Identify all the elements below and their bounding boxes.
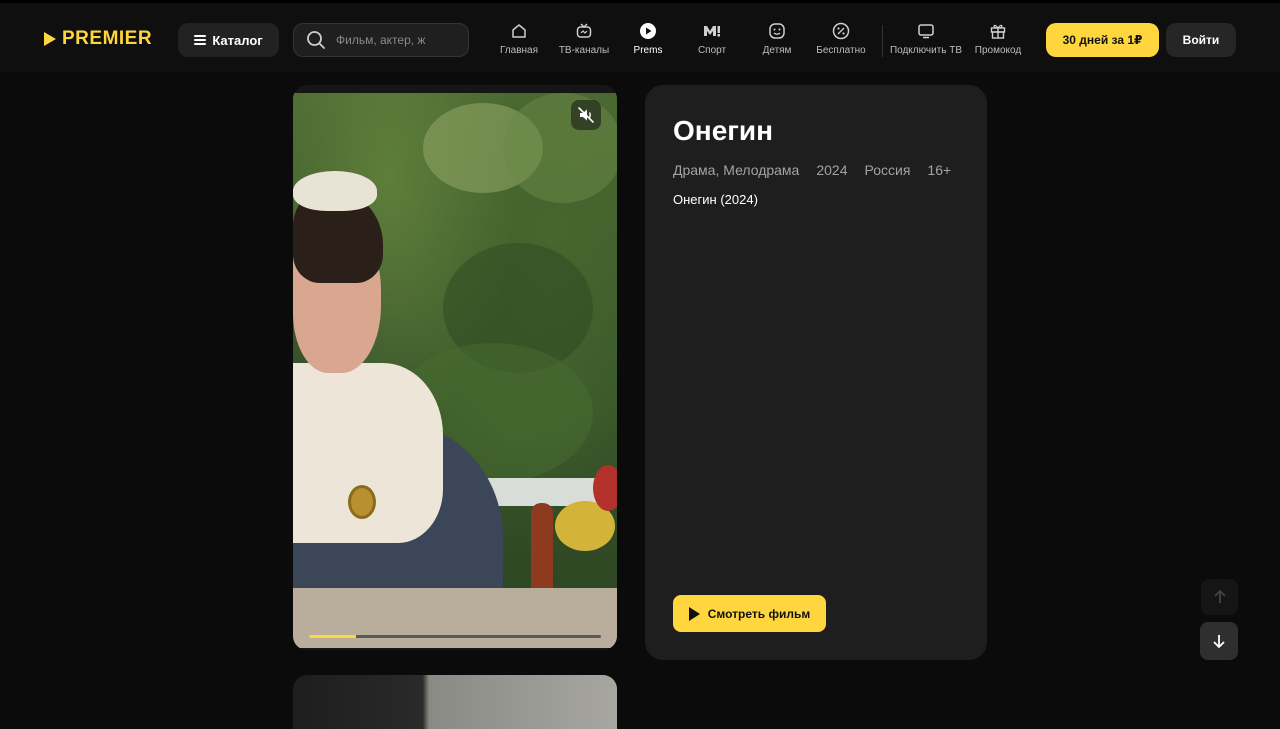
play-icon bbox=[688, 606, 700, 621]
premier-logo[interactable]: PREMIER bbox=[44, 28, 152, 50]
nav-label: ТВ-каналы bbox=[558, 45, 610, 56]
nav-label: Спорт bbox=[697, 45, 727, 56]
promo-subscription-button[interactable]: 30 дней за 1₽ bbox=[1046, 23, 1159, 57]
arrow-up-icon bbox=[1213, 589, 1226, 603]
search-input[interactable] bbox=[336, 33, 456, 47]
age-rating: 16+ bbox=[927, 162, 952, 178]
scroll-down-button[interactable] bbox=[1200, 622, 1238, 660]
movie-title: Онегин bbox=[673, 115, 774, 146]
nav-free[interactable]: Бесплатно bbox=[806, 21, 876, 56]
top-header: PREMIER Каталог Главная ТВ-каналы Prems … bbox=[0, 0, 1280, 72]
catalog-label: Каталог bbox=[212, 32, 263, 48]
speaker-muted-icon bbox=[578, 107, 594, 123]
watch-button-label: Смотреть фильм bbox=[707, 606, 811, 621]
video-progress-bar[interactable] bbox=[309, 635, 601, 638]
mute-button[interactable] bbox=[571, 100, 601, 130]
video-preview-card[interactable] bbox=[293, 85, 617, 650]
movie-meta: Драма, Мелодрама 2024 Россия 16+ bbox=[673, 162, 951, 178]
next-video-card[interactable] bbox=[293, 675, 617, 729]
movie-genres: Драма, Мелодрама bbox=[673, 162, 800, 178]
nav-label: Промокод bbox=[974, 45, 1022, 56]
nav-prems[interactable]: Prems bbox=[613, 21, 683, 56]
play-circle-icon bbox=[638, 21, 658, 41]
movie-year: 2024 bbox=[816, 162, 848, 178]
video-frame bbox=[293, 93, 617, 648]
login-button[interactable]: Войти bbox=[1166, 23, 1236, 57]
monitor-icon bbox=[916, 21, 936, 41]
nav-label: Детям bbox=[762, 45, 792, 56]
nav-label: Главная bbox=[499, 45, 539, 56]
kids-smile-icon bbox=[767, 21, 787, 41]
sport-m-icon bbox=[702, 21, 722, 41]
percent-icon bbox=[831, 21, 851, 41]
nav-label: Бесплатно bbox=[816, 45, 866, 56]
search-icon bbox=[307, 31, 325, 49]
logo-play-icon bbox=[44, 32, 56, 46]
catalog-button[interactable]: Каталог bbox=[178, 23, 279, 57]
home-icon bbox=[509, 21, 529, 41]
menu-icon bbox=[194, 35, 207, 45]
nav-home[interactable]: Главная bbox=[484, 21, 554, 56]
nav-tv-channels[interactable]: ТВ-каналы bbox=[549, 21, 619, 56]
nav-label: Prems bbox=[633, 45, 663, 56]
nav-kids[interactable]: Детям bbox=[742, 21, 812, 56]
nav-connect-tv[interactable]: Подключить ТВ bbox=[886, 21, 966, 56]
movie-country: Россия bbox=[864, 162, 911, 178]
watch-movie-button[interactable]: Смотреть фильм bbox=[673, 595, 826, 632]
nav-label: Подключить ТВ bbox=[889, 45, 963, 56]
nav-promocode[interactable]: Промокод bbox=[963, 21, 1033, 56]
logo-text: PREMIER bbox=[62, 28, 153, 49]
search-box[interactable] bbox=[293, 23, 469, 57]
nav-sport[interactable]: Спорт bbox=[677, 21, 747, 56]
movie-subtitle: Онегин (2024) bbox=[673, 192, 758, 207]
scroll-up-button[interactable] bbox=[1201, 579, 1238, 615]
brooch bbox=[348, 485, 376, 519]
movie-info-card: Онегин Драма, Мелодрама 2024 Россия 16+ … bbox=[645, 85, 987, 660]
gift-icon bbox=[988, 21, 1008, 41]
tv-channels-icon bbox=[574, 21, 594, 41]
progress-fill bbox=[309, 635, 356, 638]
arrow-down-icon bbox=[1213, 635, 1225, 649]
nav-divider bbox=[882, 25, 883, 57]
